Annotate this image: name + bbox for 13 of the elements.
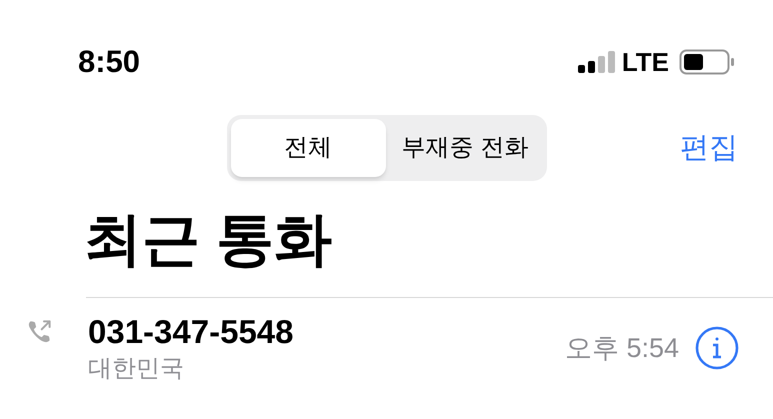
- call-time: 오후 5:54: [564, 332, 679, 365]
- caller-number: 031-347-5548: [88, 312, 295, 352]
- signal-icon: [578, 51, 616, 73]
- info-button[interactable]: [695, 326, 739, 370]
- network-label: LTE: [622, 46, 669, 78]
- edit-button[interactable]: 편집: [680, 127, 738, 170]
- caller-location: 대한민국: [88, 354, 185, 384]
- outgoing-call-icon: [26, 318, 53, 345]
- segment-tab[interactable]: 전체: [230, 119, 386, 177]
- status-time: 8:50: [78, 42, 140, 81]
- page-title: 최근 통화: [83, 206, 334, 274]
- segment-tab[interactable]: 부재중 전화: [388, 119, 542, 177]
- battery-icon: [679, 49, 735, 75]
